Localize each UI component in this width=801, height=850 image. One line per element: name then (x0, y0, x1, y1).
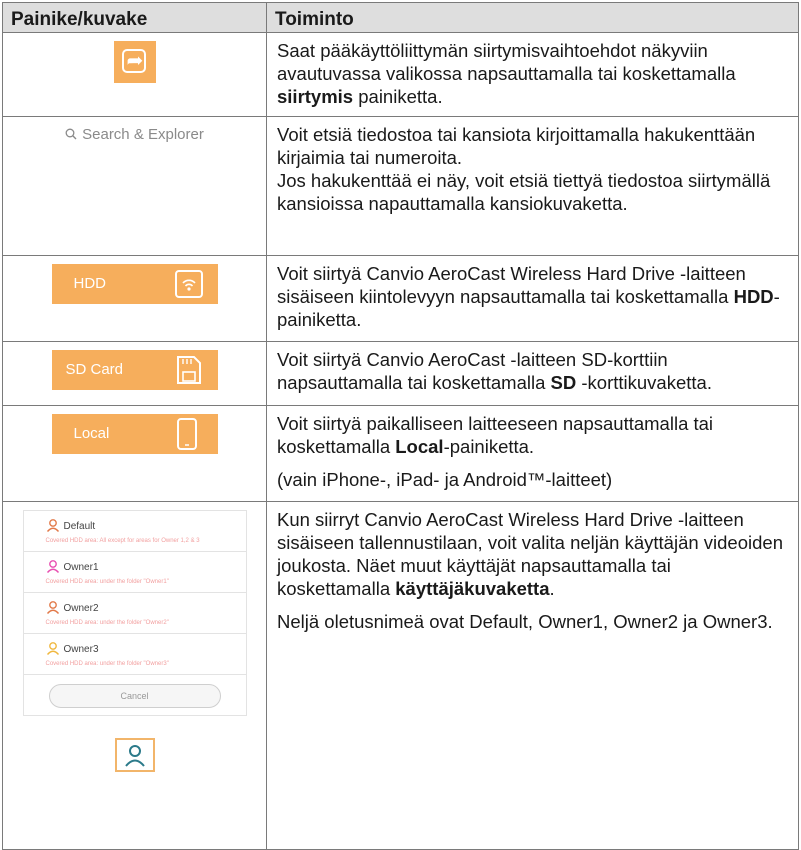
user-avatar-icon (46, 518, 59, 532)
user-item-owner2[interactable]: Owner2 Covered HDD area: under the folde… (22, 592, 247, 633)
hdd-icon (174, 270, 203, 298)
phone-icon (176, 418, 197, 450)
description-cell: Voit etsiä tiedostoa tai kansiota kirjoi… (266, 116, 799, 256)
user-item-owner1[interactable]: Owner1 Covered HDD area: under the folde… (22, 551, 247, 592)
search-label: Search & Explorer (82, 126, 204, 143)
user-avatar-icon (46, 600, 59, 614)
user-item-owner3[interactable]: Owner3 Covered HDD area: under the folde… (22, 633, 247, 674)
icon-cell: Local (2, 405, 267, 502)
search-icon (65, 128, 77, 140)
icon-cell: Default Covered HDD area: All except for… (2, 501, 267, 850)
user-avatar-icon (46, 559, 59, 573)
icon-cell: SD Card (2, 341, 267, 406)
icon-cell: Search & Explorer (2, 116, 267, 256)
user-avatar-icon (46, 641, 59, 655)
table-row: SD Card Voit siirtyä Canvio AeroCast -la… (2, 341, 799, 406)
icon-cell: HDD (2, 255, 267, 342)
table-row: Local Voit siirtyä paikalliseen laittees… (2, 405, 799, 502)
sd-card-button[interactable]: SD Card (51, 350, 218, 390)
description-text: Voit siirtyä Canvio AeroCast Wireless Ha… (277, 263, 780, 330)
search-field[interactable]: Search & Explorer (65, 126, 204, 143)
description-text: Voit siirtyä Canvio AeroCast -laitteen S… (277, 349, 712, 393)
header-function: Toiminto (266, 2, 799, 33)
hdd-button[interactable]: HDD (51, 264, 218, 304)
user-icon (124, 745, 145, 767)
description-text: Jos hakukenttää ei näy, voit etsiä tiett… (277, 170, 771, 214)
description-text: Saat pääkäyttöliittymän siirtymisvaihtoe… (277, 40, 736, 107)
description-cell: Saat pääkäyttöliittymän siirtymisvaihtoe… (266, 32, 799, 117)
header-button-icon: Painike/kuvake (2, 2, 267, 33)
table-row: Search & Explorer Voit etsiä tiedostoa t… (2, 116, 799, 256)
function-table: Painike/kuvake Toiminto ➦ Saat pääkäyttö… (2, 2, 799, 850)
table-row: Default Covered HDD area: All except for… (2, 501, 799, 850)
user-button[interactable] (114, 738, 155, 772)
local-button[interactable]: Local (51, 414, 218, 454)
description-cell: Voit siirtyä Canvio AeroCast -laitteen S… (266, 341, 799, 406)
table-row: ➦ Saat pääkäyttöliittymän siirtymisvaiht… (2, 32, 799, 117)
sd-card-icon (176, 356, 201, 384)
local-button-label: Local (73, 425, 110, 442)
table-row: HDD Voit siirtyä Canvio AeroCast Wireles… (2, 255, 799, 342)
user-item-default[interactable]: Default Covered HDD area: All except for… (22, 510, 247, 551)
description-cell: Voit siirtyä paikalliseen laitteeseen na… (266, 405, 799, 502)
cancel-row: Cancel (22, 674, 247, 716)
sd-card-button-label: SD Card (65, 361, 124, 378)
user-selection-list: Default Covered HDD area: All except for… (22, 510, 247, 716)
hdd-button-label: HDD (73, 275, 107, 292)
description-text: Voit etsiä tiedostoa tai kansiota kirjoi… (277, 124, 756, 168)
description-text: Kun siirryt Canvio AeroCast Wireless Har… (277, 509, 783, 599)
default-names-text: Neljä oletusnimeä ovat Default, Owner1, … (277, 611, 773, 632)
table-header-row: Painike/kuvake Toiminto (2, 2, 799, 33)
description-cell: Voit siirtyä Canvio AeroCast Wireless Ha… (266, 255, 799, 342)
share-icon[interactable]: ➦ (113, 41, 156, 83)
description-cell: Kun siirryt Canvio AeroCast Wireless Har… (266, 501, 799, 850)
cancel-button[interactable]: Cancel (48, 684, 221, 708)
icon-cell: ➦ (2, 32, 267, 117)
device-note: (vain iPhone-, iPad- ja Android™-laittee… (277, 469, 613, 490)
description-text: Voit siirtyä paikalliseen laitteeseen na… (277, 413, 714, 457)
